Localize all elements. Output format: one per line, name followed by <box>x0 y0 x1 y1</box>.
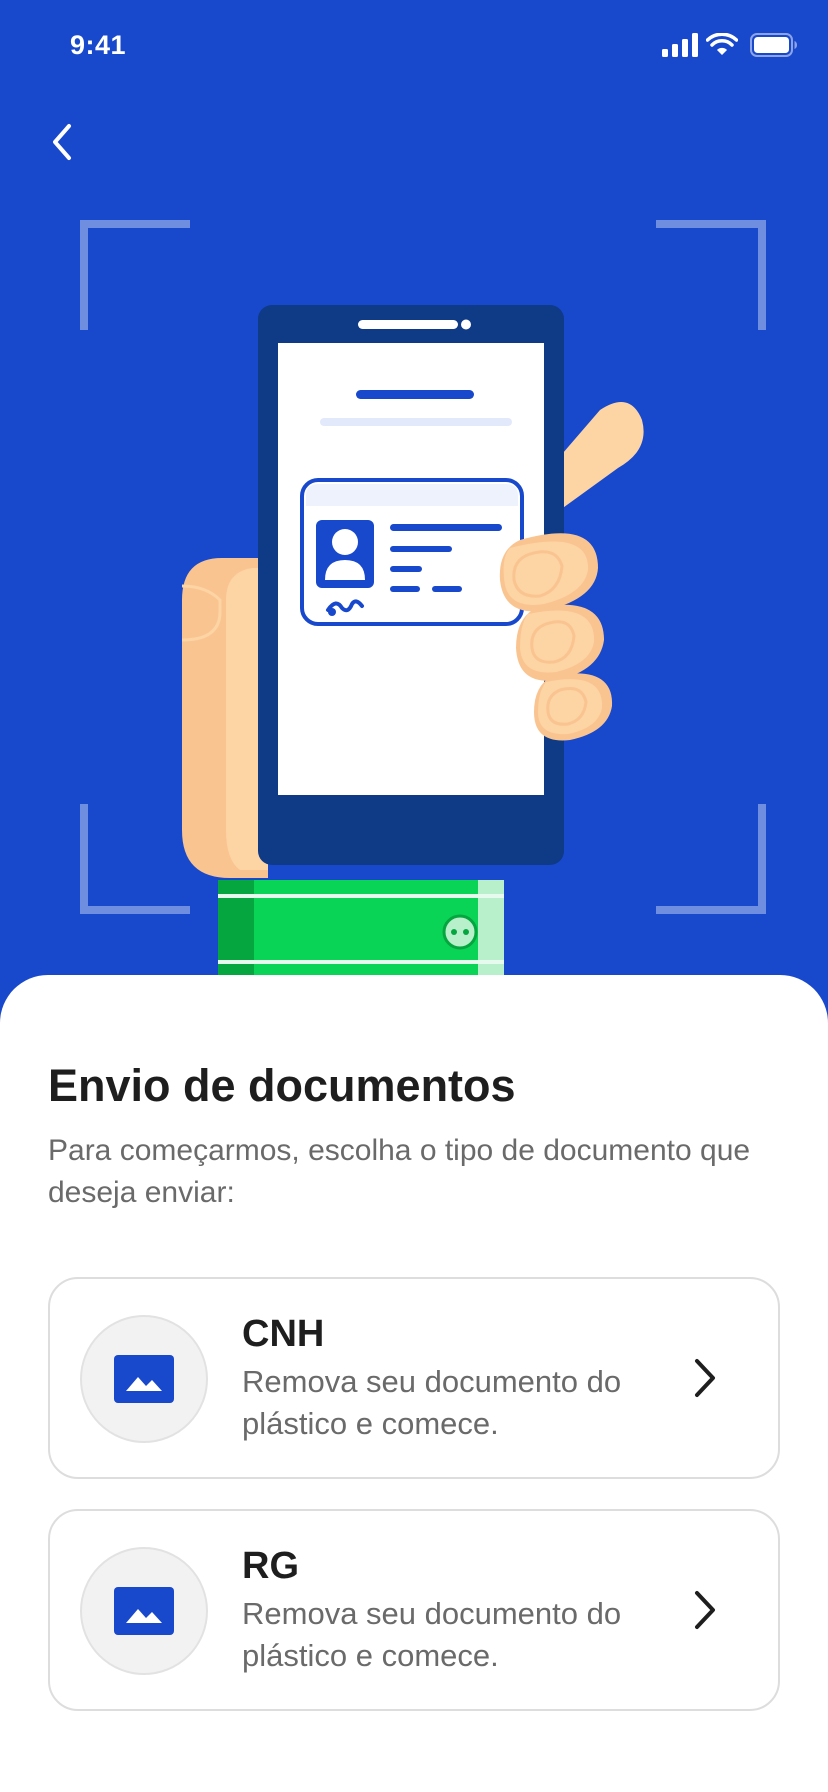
chevron-right-icon <box>695 1359 715 1397</box>
bottom-sheet: Envio de documentos Para começarmos, esc… <box>0 975 828 1792</box>
signal-icon <box>662 33 698 57</box>
document-icon-container <box>80 1547 208 1675</box>
image-icon <box>114 1587 174 1635</box>
sheet-title: Envio de documentos <box>48 1060 516 1111</box>
chevron-left-icon <box>53 124 71 160</box>
document-description: Remova seu documento do plástico e comec… <box>242 1364 622 1441</box>
status-time: 9:41 <box>70 30 127 60</box>
document-description: Remova seu documento do plástico e comec… <box>242 1596 622 1673</box>
sheet-subtitle: Para começarmos, escolha o tipo de docum… <box>48 1134 751 1209</box>
status-bar: 9:41 <box>0 0 828 94</box>
document-icon-container <box>80 1315 208 1443</box>
document-option-rg[interactable]: RG Remova seu documento do plástico e co… <box>48 1509 780 1711</box>
document-title: RG <box>242 1545 299 1587</box>
image-icon <box>114 1355 174 1403</box>
back-button[interactable] <box>44 117 80 167</box>
hand-holding-phone-illustration <box>80 220 766 980</box>
hero-illustration <box>0 200 828 980</box>
document-option-cnh[interactable]: CNH Remova seu documento do plástico e c… <box>48 1277 780 1479</box>
battery-icon <box>750 33 797 57</box>
document-title: CNH <box>242 1313 325 1355</box>
chevron-right-icon <box>695 1591 715 1629</box>
wifi-icon <box>706 33 738 55</box>
